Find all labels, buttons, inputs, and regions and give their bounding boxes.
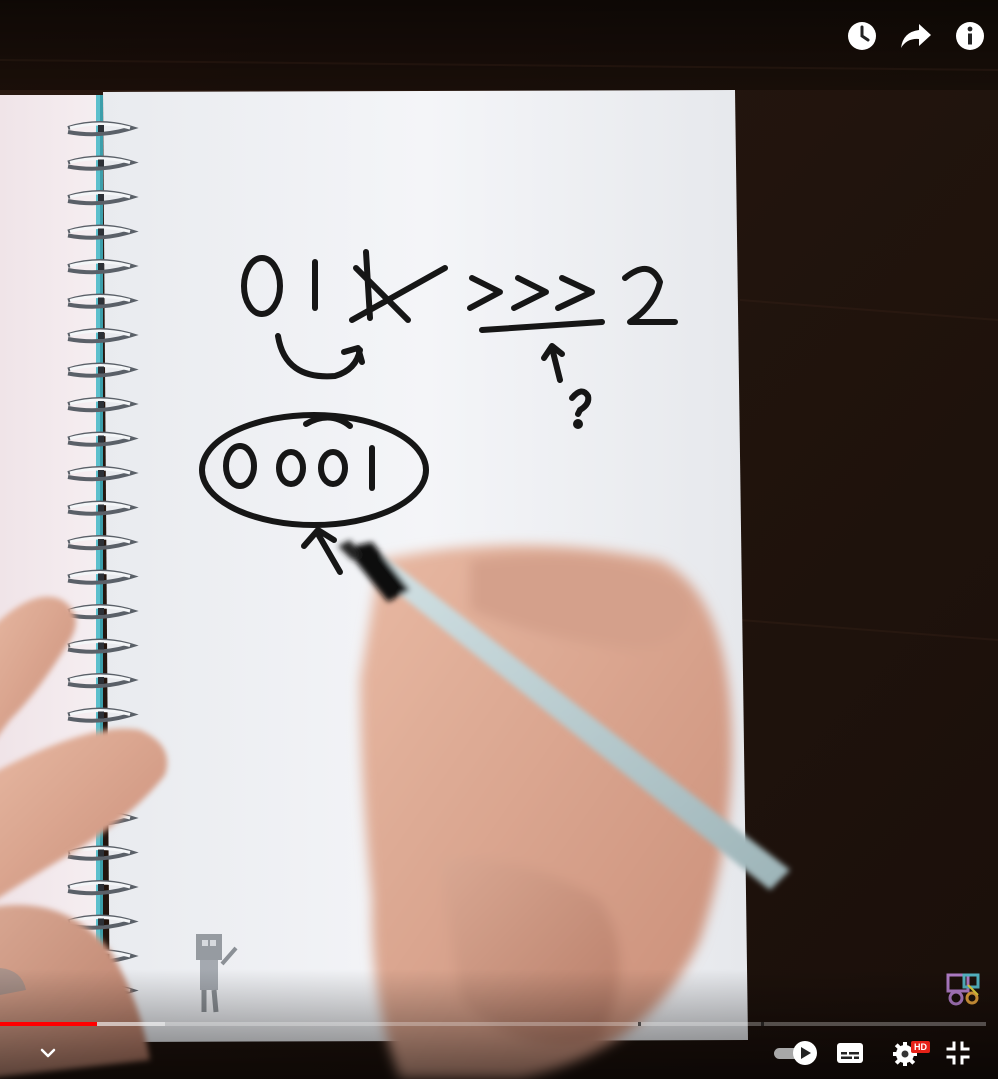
settings-button[interactable]: HD: [884, 1033, 930, 1073]
watch-later-button[interactable]: [844, 18, 880, 54]
info-button[interactable]: [952, 18, 988, 54]
exit-fullscreen-icon: [946, 1041, 970, 1065]
top-controls: [844, 18, 988, 54]
expand-button[interactable]: [30, 1033, 66, 1073]
exit-fullscreen-button[interactable]: [940, 1033, 976, 1073]
video-player[interactable]: HD: [0, 0, 998, 1079]
share-arrow-icon: [901, 24, 931, 48]
autoplay-toggle-icon: [774, 1041, 817, 1065]
subtitles-icon: [837, 1043, 863, 1063]
clock-icon: [848, 22, 876, 50]
chapter-marker: [637, 1022, 641, 1026]
bottom-controls: HD: [0, 1033, 998, 1073]
progress-bar[interactable]: [0, 1019, 998, 1029]
info-icon: [956, 22, 984, 50]
share-button[interactable]: [898, 18, 934, 54]
autoplay-toggle[interactable]: [770, 1033, 820, 1073]
video-frame[interactable]: [0, 0, 998, 1079]
chevron-down-icon: [40, 1048, 56, 1058]
progress-played: [0, 1022, 97, 1026]
chapter-marker: [761, 1022, 765, 1026]
hd-badge: HD: [911, 1041, 930, 1053]
captions-button[interactable]: [830, 1033, 870, 1073]
